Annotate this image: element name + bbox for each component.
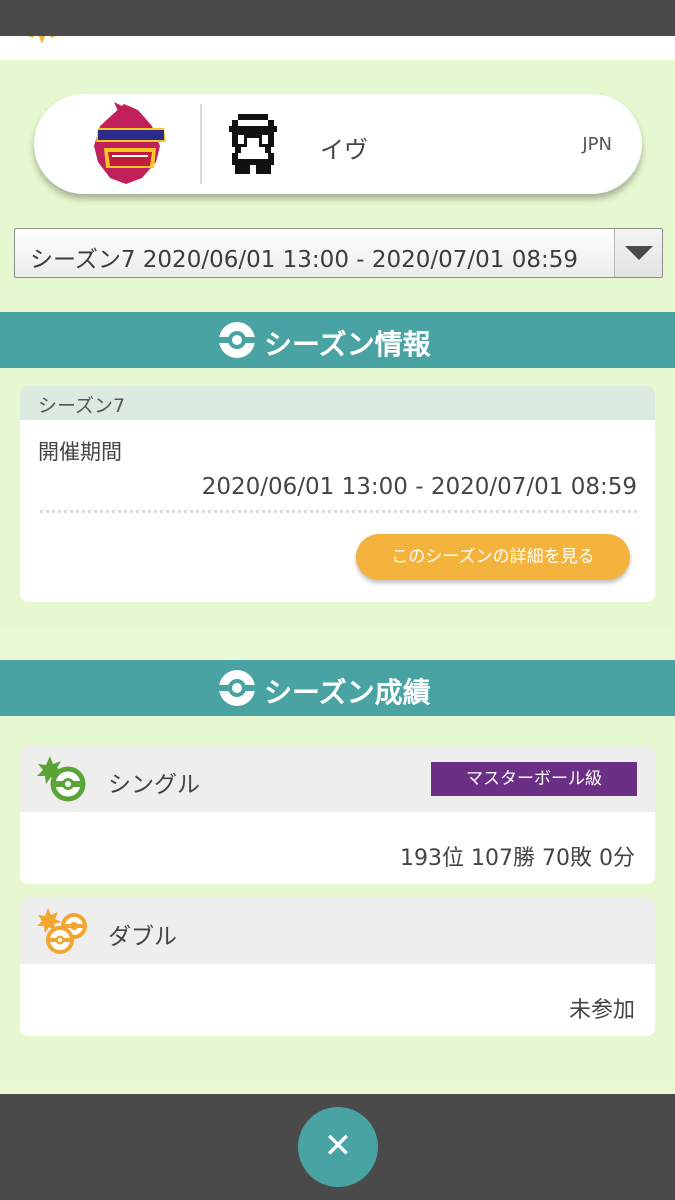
player-name: イヴ	[320, 136, 368, 164]
pokeball-icon	[219, 670, 255, 706]
single-battle-icon	[37, 756, 86, 802]
season-select[interactable]: シーズン7 2020/06/01 13:00 - 2020/07/01 08:5…	[14, 228, 663, 278]
season-info-card: シーズン7 開催期間 2020/06/01 13:00 - 2020/07/01…	[20, 386, 655, 602]
profile-divider	[200, 104, 202, 184]
pokeball-icon	[219, 322, 255, 358]
header-strip	[0, 36, 675, 60]
trainer-avatar	[229, 114, 277, 174]
period-value: 2020/06/01 13:00 - 2020/07/01 08:59	[201, 474, 637, 500]
season-card-header: シーズン7	[20, 386, 655, 420]
season-info-title: シーズン情報	[264, 328, 431, 361]
season-detail-button[interactable]: このシーズンの詳細を見る	[356, 534, 630, 580]
profile-card: イヴ JPN	[34, 94, 642, 194]
status-bar	[0, 0, 675, 36]
double-battle-icon	[37, 908, 87, 954]
season-select-value: シーズン7 2020/06/01 13:00 - 2020/07/01 08:5…	[30, 247, 579, 273]
single-label: シングル	[108, 772, 200, 798]
chevron-down-icon	[625, 246, 653, 260]
season-results-title: シーズン成績	[264, 676, 431, 709]
double-label: ダブル	[108, 924, 177, 950]
single-record-header: シングル マスターボール級	[20, 746, 655, 812]
period-label: 開催期間	[38, 440, 122, 464]
sun-icon	[28, 36, 56, 44]
single-record-card: シングル マスターボール級 193位 107勝 70敗 0分	[20, 746, 655, 884]
game-logo	[94, 102, 166, 184]
double-record-value: 未参加	[568, 998, 635, 1023]
season-info-header: シーズン情報	[0, 312, 675, 368]
season-card-title: シーズン7	[38, 395, 126, 417]
player-region: JPN	[582, 134, 612, 155]
section-gap	[0, 626, 675, 660]
single-record-value: 193位 107勝 70敗 0分	[400, 846, 635, 871]
close-button[interactable]: ✕	[298, 1107, 378, 1187]
season-select-toggle[interactable]	[614, 229, 662, 277]
double-record-header: ダブル	[20, 898, 655, 964]
close-icon: ✕	[323, 1126, 353, 1166]
rank-class-badge: マスターボール級	[431, 762, 637, 796]
double-record-card: ダブル 未参加	[20, 898, 655, 1036]
season-results-header: シーズン成績	[0, 660, 675, 716]
dotted-divider	[40, 510, 637, 513]
